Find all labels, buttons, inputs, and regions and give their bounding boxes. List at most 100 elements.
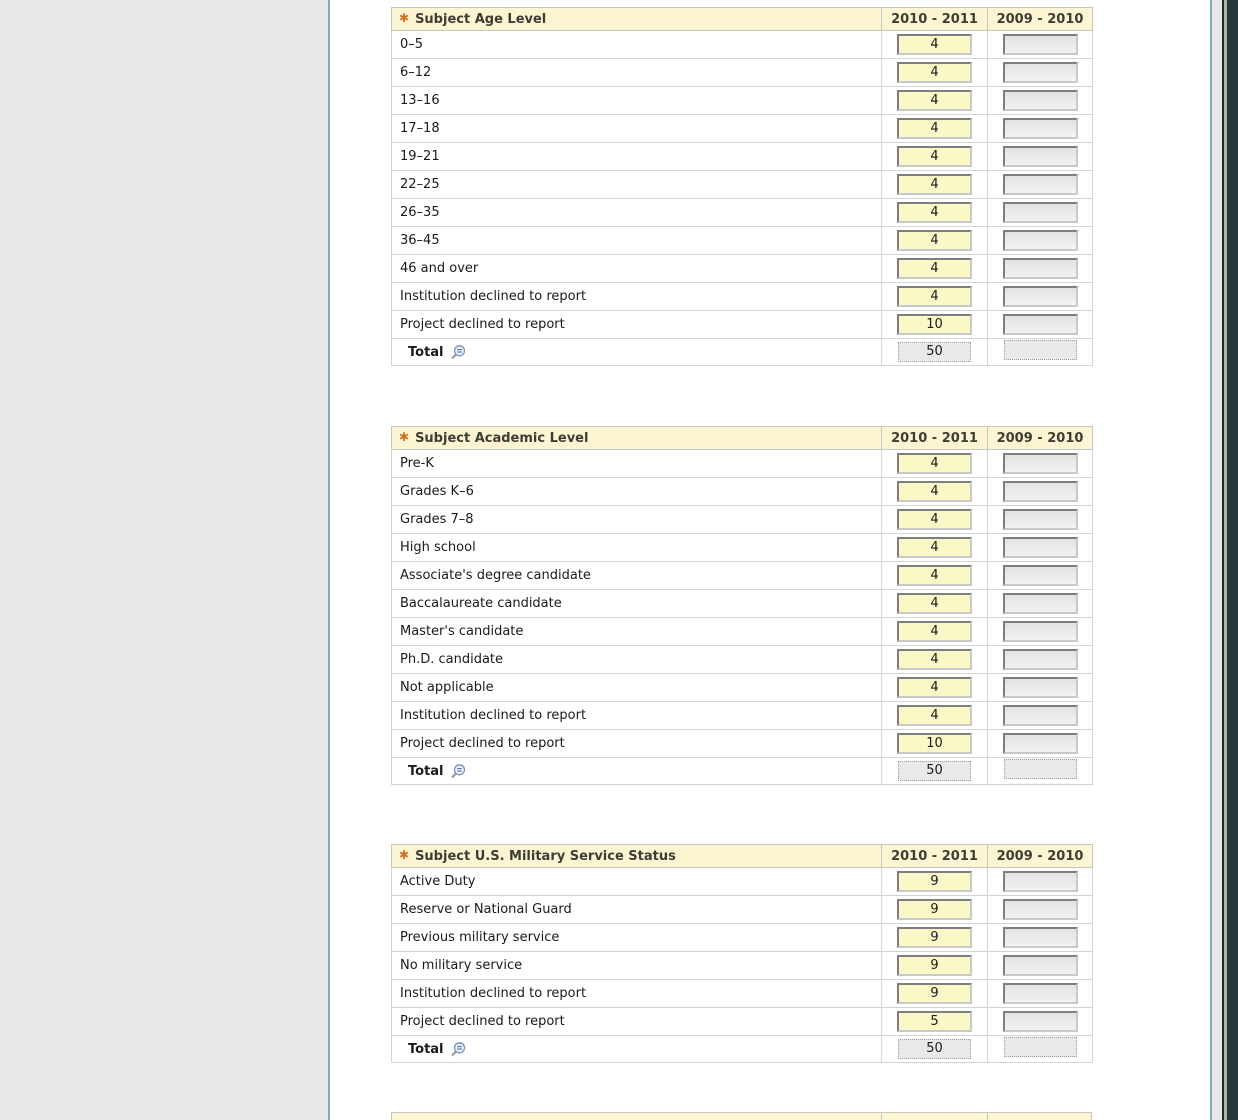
total-value-2009-2010 [1003, 340, 1077, 360]
row-label: 22–25 [391, 170, 882, 199]
column-header-prior-year: 2009 - 2010 [987, 844, 1093, 868]
row-label: 17–18 [391, 114, 882, 143]
table-row: Ph.D. candidate [391, 645, 1093, 674]
count-input-2010-2011[interactable] [897, 481, 972, 502]
prior-year-cell [987, 867, 1093, 896]
table-header-row: ✱ Subject Age Level 2010 - 2011 2009 - 20… [391, 7, 1093, 31]
count-input-2010-2011[interactable] [897, 230, 972, 251]
count-input-2010-2011[interactable] [897, 1011, 972, 1032]
total-label: Total [408, 1041, 444, 1057]
zoom-magnifier-icon[interactable] [449, 763, 466, 780]
row-label: Pre-K [391, 449, 882, 478]
count-input-2010-2011[interactable] [897, 90, 972, 111]
count-input-2010-2011[interactable] [897, 453, 972, 474]
count-input-2010-2011[interactable] [897, 258, 972, 279]
prior-year-cell [987, 951, 1093, 980]
table-title: Subject U.S. Military Service Status [415, 848, 676, 864]
row-label: Project declined to report [391, 729, 882, 758]
table-subject-academic-level: ✱ Subject Academic Level 2010 - 2011 2009… [391, 426, 1093, 785]
count-input-2010-2011[interactable] [897, 621, 972, 642]
current-year-cell [881, 673, 988, 702]
count-input-2009-2010-disabled [1002, 90, 1078, 111]
prior-year-cell [987, 254, 1093, 283]
count-input-2010-2011[interactable] [897, 955, 972, 976]
zoom-magnifier-icon[interactable] [449, 1041, 466, 1058]
table-title: Subject Academic Level [415, 430, 589, 446]
count-input-2010-2011[interactable] [897, 537, 972, 558]
count-input-2010-2011[interactable] [897, 146, 972, 167]
current-year-cell [881, 170, 988, 199]
count-input-2010-2011[interactable] [897, 649, 972, 670]
count-input-2010-2011[interactable] [897, 202, 972, 223]
row-label: 6–12 [391, 58, 882, 87]
row-label: Previous military service [391, 923, 882, 952]
column-header-prior-year: 2009 - 2010 [987, 426, 1093, 450]
count-input-2010-2011[interactable] [897, 286, 972, 307]
count-input-2010-2011[interactable] [897, 927, 972, 948]
count-input-2010-2011[interactable] [897, 705, 972, 726]
count-input-2010-2011[interactable] [897, 62, 972, 83]
current-year-cell [881, 477, 988, 506]
row-label: 36–45 [391, 226, 882, 255]
count-input-2009-2010-disabled [1002, 927, 1078, 948]
count-input-2009-2010-disabled [1002, 174, 1078, 195]
required-icon: ✱ [399, 10, 410, 25]
count-input-2010-2011[interactable] [897, 314, 972, 335]
current-year-cell [881, 254, 988, 283]
table-row: Grades 7–8 [391, 505, 1093, 534]
row-label: High school [391, 533, 882, 562]
count-input-2010-2011[interactable] [897, 174, 972, 195]
table-title-cell: ✱ Subject U.S. Military Service Status [391, 844, 882, 868]
prior-year-cell [987, 505, 1093, 534]
count-input-2010-2011[interactable] [897, 565, 972, 586]
table-row: 6–12 [391, 58, 1093, 87]
table-row: Previous military service [391, 923, 1093, 952]
table-title-cell: ✱ Subject Academic Level [391, 426, 882, 450]
count-input-2009-2010-disabled [1002, 871, 1078, 892]
count-input-2010-2011[interactable] [897, 899, 972, 920]
total-value-2009-2010 [1003, 759, 1077, 779]
count-input-2009-2010-disabled [1002, 593, 1078, 614]
zoom-magnifier-icon[interactable] [449, 344, 466, 361]
count-input-2009-2010-disabled [1002, 62, 1078, 83]
table-row: Baccalaureate candidate [391, 589, 1093, 618]
total-label: Total [408, 344, 444, 360]
count-input-2010-2011[interactable] [897, 871, 972, 892]
row-label: 26–35 [391, 198, 882, 227]
count-input-2009-2010-disabled [1002, 202, 1078, 223]
total-label-cell: Total [391, 757, 882, 785]
rail-dark-strip[interactable] [1227, 0, 1238, 1120]
total-value-2009-2010 [1003, 1037, 1077, 1057]
table-subject-age-level: ✱ Subject Age Level 2010 - 2011 2009 - 20… [391, 7, 1093, 366]
table-row: 13–16 [391, 86, 1093, 115]
table-header-row: ✱ Subject U.S. Military Service Status 20… [391, 844, 1093, 868]
table-subject-military-service-status: ✱ Subject U.S. Military Service Status 20… [391, 844, 1093, 1063]
prior-year-cell [987, 895, 1093, 924]
row-label: Project declined to report [391, 310, 882, 339]
prior-year-cell [987, 310, 1093, 339]
table-row: 26–35 [391, 198, 1093, 227]
total-row: Total 50 [391, 1035, 1093, 1063]
current-year-cell [881, 198, 988, 227]
next-table-header-partial [391, 1112, 1092, 1120]
current-year-cell [881, 310, 988, 339]
count-input-2010-2011[interactable] [897, 509, 972, 530]
count-input-2009-2010-disabled [1002, 1011, 1078, 1032]
count-input-2009-2010-disabled [1002, 286, 1078, 307]
current-year-cell [881, 1007, 988, 1036]
current-year-cell [881, 951, 988, 980]
count-input-2010-2011[interactable] [897, 733, 972, 754]
count-input-2010-2011[interactable] [897, 593, 972, 614]
count-input-2010-2011[interactable] [897, 983, 972, 1004]
total-prior-cell [987, 1035, 1093, 1063]
total-value-2010-2011: 50 [898, 761, 971, 781]
table-title: Subject Age Level [415, 11, 547, 27]
count-input-2010-2011[interactable] [897, 34, 972, 55]
count-input-2010-2011[interactable] [897, 118, 972, 139]
count-input-2009-2010-disabled [1002, 705, 1078, 726]
table-row: 22–25 [391, 170, 1093, 199]
row-label: Grades K–6 [391, 477, 882, 506]
column-header-current-year: 2010 - 2011 [881, 426, 988, 450]
count-input-2010-2011[interactable] [897, 677, 972, 698]
total-prior-cell [987, 757, 1093, 785]
